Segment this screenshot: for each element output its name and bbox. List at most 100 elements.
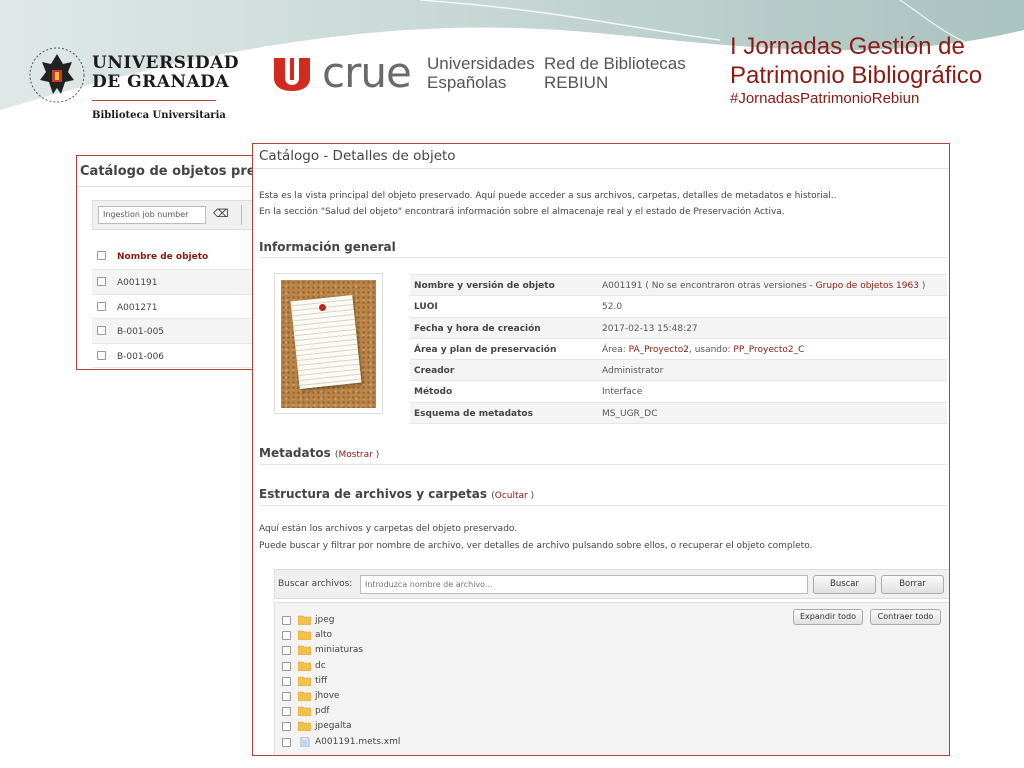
- folder-icon: [298, 722, 311, 732]
- row-checkbox[interactable]: [97, 301, 106, 311]
- table-row[interactable]: A001271: [92, 295, 275, 319]
- row-checkbox[interactable]: [97, 277, 106, 286]
- paren: ): [527, 491, 535, 501]
- table-row[interactable]: B-001-005: [92, 319, 275, 344]
- expand-all-button[interactable]: Expandir todo: [793, 609, 863, 625]
- tree-item-label[interactable]: tiff: [315, 676, 327, 686]
- tree-item-label[interactable]: pdf: [315, 706, 330, 716]
- info-label: Área y plan de preservación: [414, 344, 557, 355]
- folder-icon: [298, 615, 311, 625]
- crue-universidades-text: Universidades Españolas: [427, 54, 535, 92]
- general-info-heading: Información general: [259, 240, 396, 254]
- slide-hashtag: #JornadasPatrimonioRebiun: [730, 90, 920, 107]
- tree-item-label[interactable]: A001191.mets.xml: [315, 737, 400, 747]
- info-row-created: Fecha y hora de creación 2017-02-13 15:4…: [410, 317, 947, 339]
- select-all-checkbox[interactable]: [97, 251, 106, 260]
- metadata-show-toggle[interactable]: Mostrar: [338, 450, 372, 460]
- area-link[interactable]: PA_Proyecto2: [629, 345, 689, 355]
- info-label: Fecha y hora de creación: [414, 323, 541, 334]
- structure-heading: Estructura de archivos y carpetas (Ocult…: [259, 487, 534, 501]
- row-checkbox[interactable]: [97, 326, 106, 335]
- info-value: 2017-02-13 15:48:27: [602, 323, 698, 334]
- catalog-panel-title: Catálogo de objetos preser: [80, 164, 276, 179]
- files-description-line: Aquí están los archivos y carpetas del o…: [259, 524, 518, 534]
- general-info-table: Nombre y versión de objeto A001191 ( No …: [410, 274, 947, 425]
- divider: [92, 100, 216, 101]
- info-row-creator: Creador Administrator: [410, 360, 947, 382]
- crue-line3: Red de Bibliotecas: [544, 54, 686, 73]
- clear-button[interactable]: Borrar: [881, 575, 944, 594]
- crest-icon: [29, 47, 85, 103]
- description-line: Esta es la vista principal del objeto pr…: [259, 191, 837, 201]
- search-button[interactable]: Buscar: [813, 575, 876, 594]
- divider: [259, 464, 947, 465]
- file-search-input[interactable]: [360, 575, 808, 594]
- tree-item-label[interactable]: dc: [315, 661, 326, 671]
- table-row[interactable]: A001191: [92, 270, 275, 295]
- column-header-object-name[interactable]: Nombre de objeto: [117, 252, 208, 262]
- object-name[interactable]: B-001-006: [117, 352, 164, 362]
- object-group-link[interactable]: Grupo de objetos 1963: [816, 281, 919, 291]
- info-row-schema: Esquema de metadatos MS_UGR_DC: [410, 402, 947, 425]
- tree-item-label[interactable]: jpegalta: [315, 721, 352, 731]
- object-name[interactable]: A001271: [117, 303, 158, 313]
- row-checkbox[interactable]: [97, 350, 106, 360]
- file-search-label: Buscar archivos:: [278, 579, 353, 589]
- plan-prefix: , usando:: [688, 344, 734, 355]
- info-value: Interface: [602, 387, 643, 398]
- tree-checkbox[interactable]: [282, 631, 291, 641]
- file-icon: [300, 736, 310, 747]
- crue-line1: Universidades: [427, 54, 535, 73]
- object-name[interactable]: B-001-005: [117, 327, 164, 337]
- crue-rebiun-logo: crue Universidades Españolas Red de Bibl…: [264, 46, 688, 102]
- collapse-all-button[interactable]: Contraer todo: [870, 609, 941, 625]
- divider: [259, 505, 947, 506]
- info-row-luoi: LUOI 52.0: [410, 296, 947, 318]
- plan-link[interactable]: PP_Proyecto2_C: [733, 345, 804, 355]
- tree-checkbox[interactable]: [282, 707, 291, 717]
- university-name: UNIVERSIDAD DE GRANADA: [92, 54, 239, 92]
- info-value: 52.0: [602, 302, 623, 313]
- files-description-line: Puede buscar y filtrar por nombre de arc…: [259, 541, 813, 551]
- structure-hide-toggle[interactable]: Ocultar: [495, 491, 528, 501]
- crue-line2: Españolas: [427, 73, 507, 92]
- tree-checkbox[interactable]: [282, 676, 291, 686]
- catalog-objects-table: Nombre de objeto A001191 A001271 B-001-0…: [92, 244, 275, 368]
- folder-icon: [298, 691, 311, 701]
- info-row-object-name: Nombre y versión de objeto A001191 ( No …: [410, 275, 947, 297]
- object-thumbnail[interactable]: [274, 273, 383, 414]
- versions-note: ( No se encontraron otras versiones -: [645, 281, 816, 291]
- table-row[interactable]: B-001-006: [92, 344, 275, 368]
- object-name[interactable]: A001191: [117, 278, 158, 288]
- ingestion-job-input[interactable]: Ingestion job number: [98, 206, 206, 224]
- info-value: A001191 ( No se encontraron otras versio…: [602, 281, 925, 291]
- file-search-bar: Buscar archivos: Buscar Borrar: [274, 569, 949, 599]
- creator-link[interactable]: Administrator: [602, 366, 663, 376]
- object-name-value: A001191: [602, 281, 643, 291]
- object-details-panel: Catálogo - Detalles de objeto Esta es la…: [252, 143, 950, 756]
- tree-checkbox[interactable]: [282, 616, 291, 625]
- tree-item-label[interactable]: jhove: [315, 691, 340, 701]
- divider: [77, 186, 275, 187]
- folder-icon: [298, 661, 311, 671]
- tree-checkbox[interactable]: [282, 661, 291, 671]
- backspace-icon[interactable]: ⌫: [213, 207, 229, 220]
- universidad-granada-logo: UNIVERSIDAD DE GRANADA Biblioteca Univer…: [28, 46, 239, 126]
- files-description: Aquí están los archivos y carpetas del o…: [259, 521, 812, 555]
- tree-item-label[interactable]: jpeg: [315, 615, 334, 625]
- tree-item-label[interactable]: alto: [315, 630, 332, 640]
- info-label: Esquema de metadatos: [414, 408, 533, 419]
- schema-link[interactable]: MS_UGR_DC: [602, 409, 658, 419]
- tree-checkbox[interactable]: [282, 691, 291, 701]
- table-header-row: Nombre de objeto: [92, 244, 275, 270]
- note-paper: [290, 295, 362, 389]
- page-title: Catálogo - Detalles de objeto: [259, 148, 456, 164]
- info-label: Creador: [414, 366, 455, 377]
- description-line: En la sección "Salud del objeto" encontr…: [259, 207, 785, 217]
- tree-checkbox[interactable]: [282, 737, 291, 747]
- tree-item-label[interactable]: miniaturas: [315, 645, 363, 655]
- tree-checkbox[interactable]: [282, 722, 291, 732]
- tree-checkbox[interactable]: [282, 646, 291, 656]
- metadata-heading: Metadatos (Mostrar ): [259, 446, 379, 460]
- info-label: Nombre y versión de objeto: [414, 281, 555, 291]
